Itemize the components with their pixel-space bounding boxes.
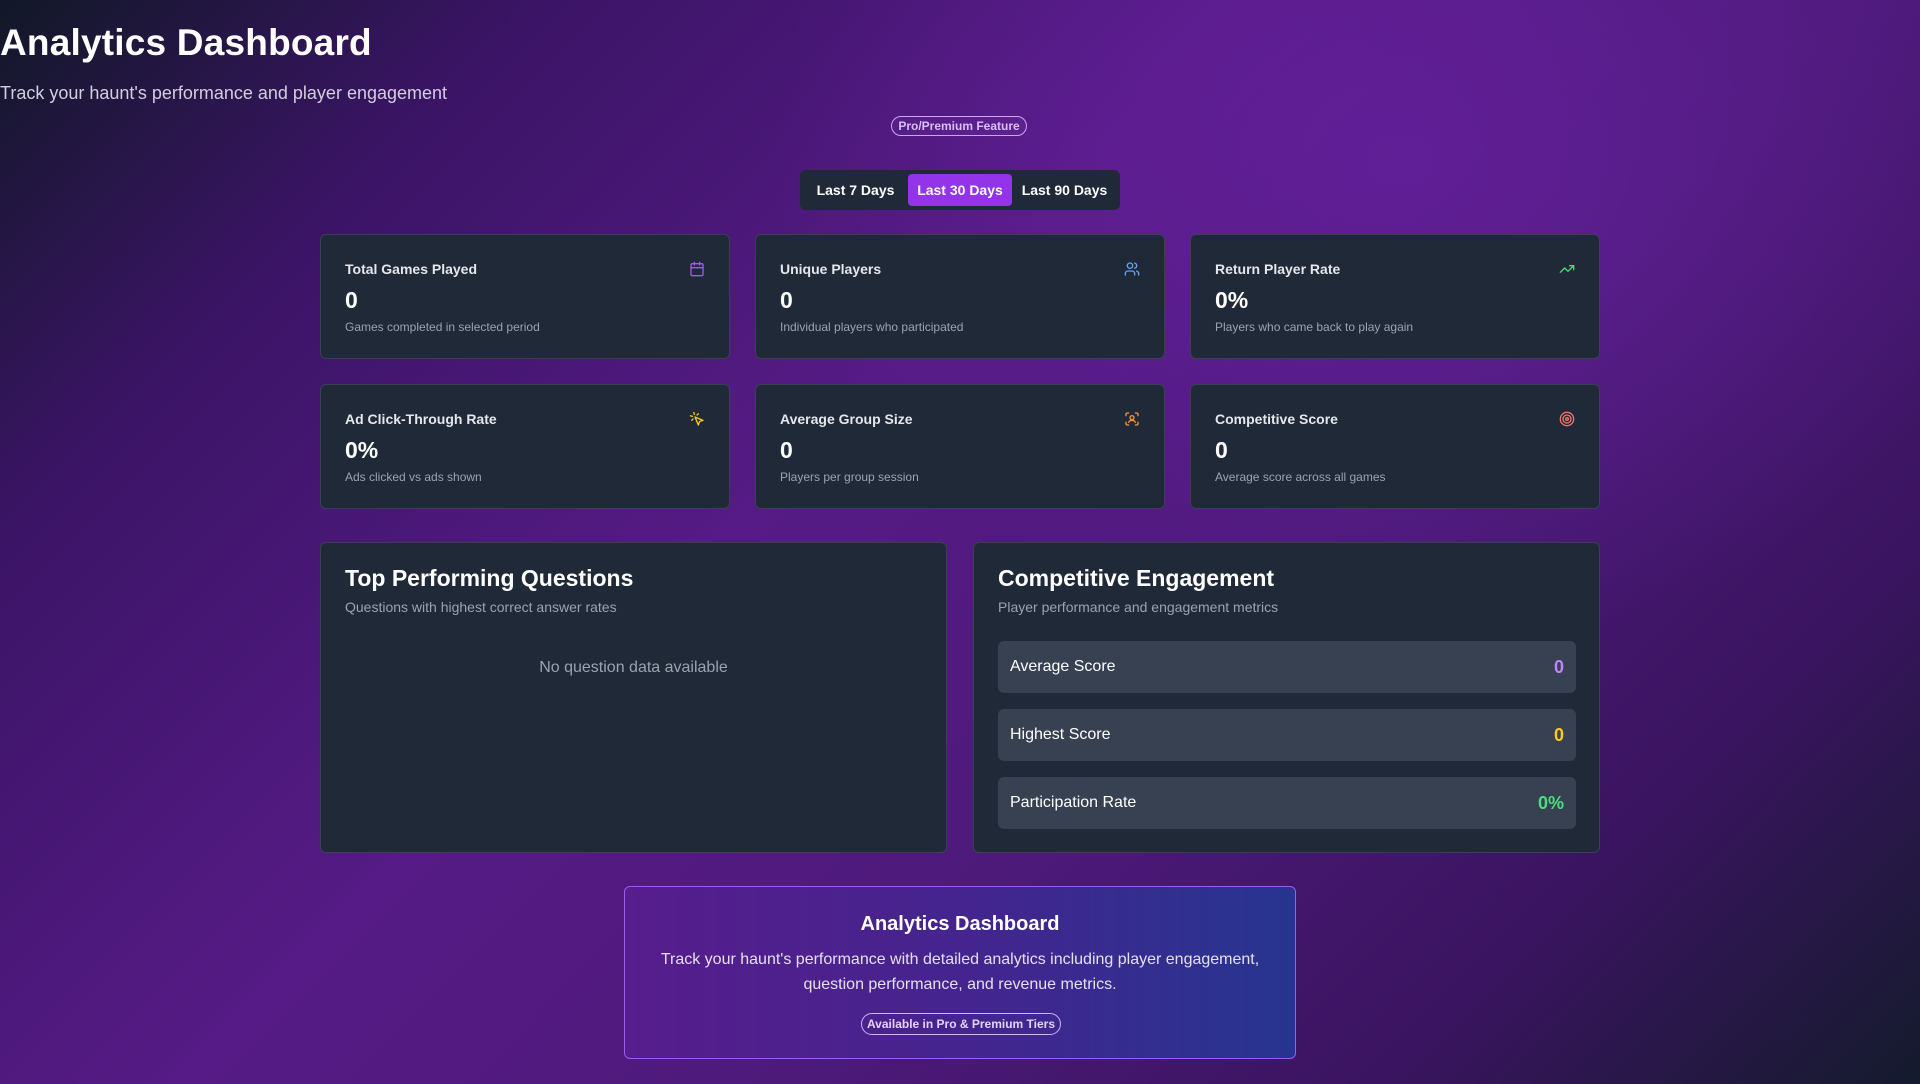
stat-card-competitive-score: Competitive Score 0 Average score across… <box>1190 384 1600 509</box>
stat-value: 0% <box>1215 287 1249 313</box>
page-subtitle: Track your haunt's performance and playe… <box>0 83 448 103</box>
trending-up-icon <box>1559 265 1575 273</box>
metric-value: 0 <box>1553 725 1564 745</box>
stat-value: 0 <box>780 287 793 313</box>
panel-title: Top Performing Questions <box>345 565 634 591</box>
stat-card-unique-players: Unique Players 0 Individual players who … <box>755 234 1165 359</box>
stat-card-return-rate: Return Player Rate 0% Players who came b… <box>1190 234 1600 359</box>
tier-availability-badge: Available in Pro & Premium Tiers <box>861 1013 1061 1035</box>
stat-value: 0% <box>345 437 379 463</box>
stat-label: Return Player Rate <box>1215 261 1341 277</box>
range-30-days-button[interactable]: Last 30 Days <box>908 174 1012 206</box>
stat-value: 0 <box>1215 437 1228 463</box>
target-icon <box>1559 411 1575 427</box>
panel-subtitle: Player performance and engagement metric… <box>998 599 1279 615</box>
stat-description: Average score across all games <box>1215 470 1386 484</box>
stat-label: Ad Click-Through Rate <box>345 411 497 427</box>
top-questions-panel: Top Performing Questions Questions with … <box>320 542 947 853</box>
metric-value: 0 <box>1553 657 1564 677</box>
mouse-pointer-click-icon <box>689 411 704 426</box>
stat-card-ad-ctr: Ad Click-Through Rate 0% Ads clicked vs … <box>320 384 730 509</box>
stat-description: Ads clicked vs ads shown <box>345 470 482 484</box>
stat-card-total-games: Total Games Played 0 Games completed in … <box>320 234 730 359</box>
engagement-panel: Competitive Engagement Player performanc… <box>973 542 1600 853</box>
metric-label: Participation Rate <box>1010 794 1137 811</box>
empty-state-message: No question data available <box>539 659 728 676</box>
stat-label: Competitive Score <box>1215 411 1338 427</box>
metric-row-participation-rate: Participation Rate 0% <box>998 777 1576 829</box>
stat-description: Players who came back to play again <box>1215 320 1414 334</box>
panel-title: Competitive Engagement <box>998 565 1275 591</box>
stat-label: Total Games Played <box>345 261 478 277</box>
metric-row-highest-score: Highest Score 0 <box>998 709 1576 761</box>
range-90-days-button[interactable]: Last 90 Days <box>1013 174 1116 206</box>
metric-label: Highest Score <box>1010 726 1111 743</box>
stat-label: Unique Players <box>780 261 882 277</box>
stat-description: Games completed in selected period <box>345 320 540 334</box>
date-range-selector: Last 7 Days Last 30 Days Last 90 Days <box>800 170 1120 210</box>
metric-value: 0% <box>1537 793 1564 813</box>
stat-value: 0 <box>345 287 358 313</box>
promo-text: Track your haunt's performance with deta… <box>660 951 1260 993</box>
tier-badge: Pro/Premium Feature <box>891 116 1027 136</box>
users-icon <box>1124 262 1140 276</box>
metric-row-average-score: Average Score 0 <box>998 641 1576 693</box>
stat-card-group-size: Average Group Size 0 Players per group s… <box>755 384 1165 509</box>
promo-title: Analytics Dashboard <box>860 913 1060 935</box>
stat-value: 0 <box>780 437 793 463</box>
panel-subtitle: Questions with highest correct answer ra… <box>345 599 617 615</box>
stat-description: Players per group session <box>780 470 919 484</box>
group-scan-icon <box>1125 412 1139 426</box>
metric-label: Average Score <box>1010 658 1116 675</box>
page-title: Analytics Dashboard <box>0 22 372 63</box>
upgrade-promo-box: Analytics Dashboard Track your haunt's p… <box>624 886 1296 1059</box>
stat-description: Individual players who participated <box>780 320 964 334</box>
calendar-icon <box>690 261 704 277</box>
stat-label: Average Group Size <box>780 411 913 427</box>
range-7-days-button[interactable]: Last 7 Days <box>804 174 907 206</box>
